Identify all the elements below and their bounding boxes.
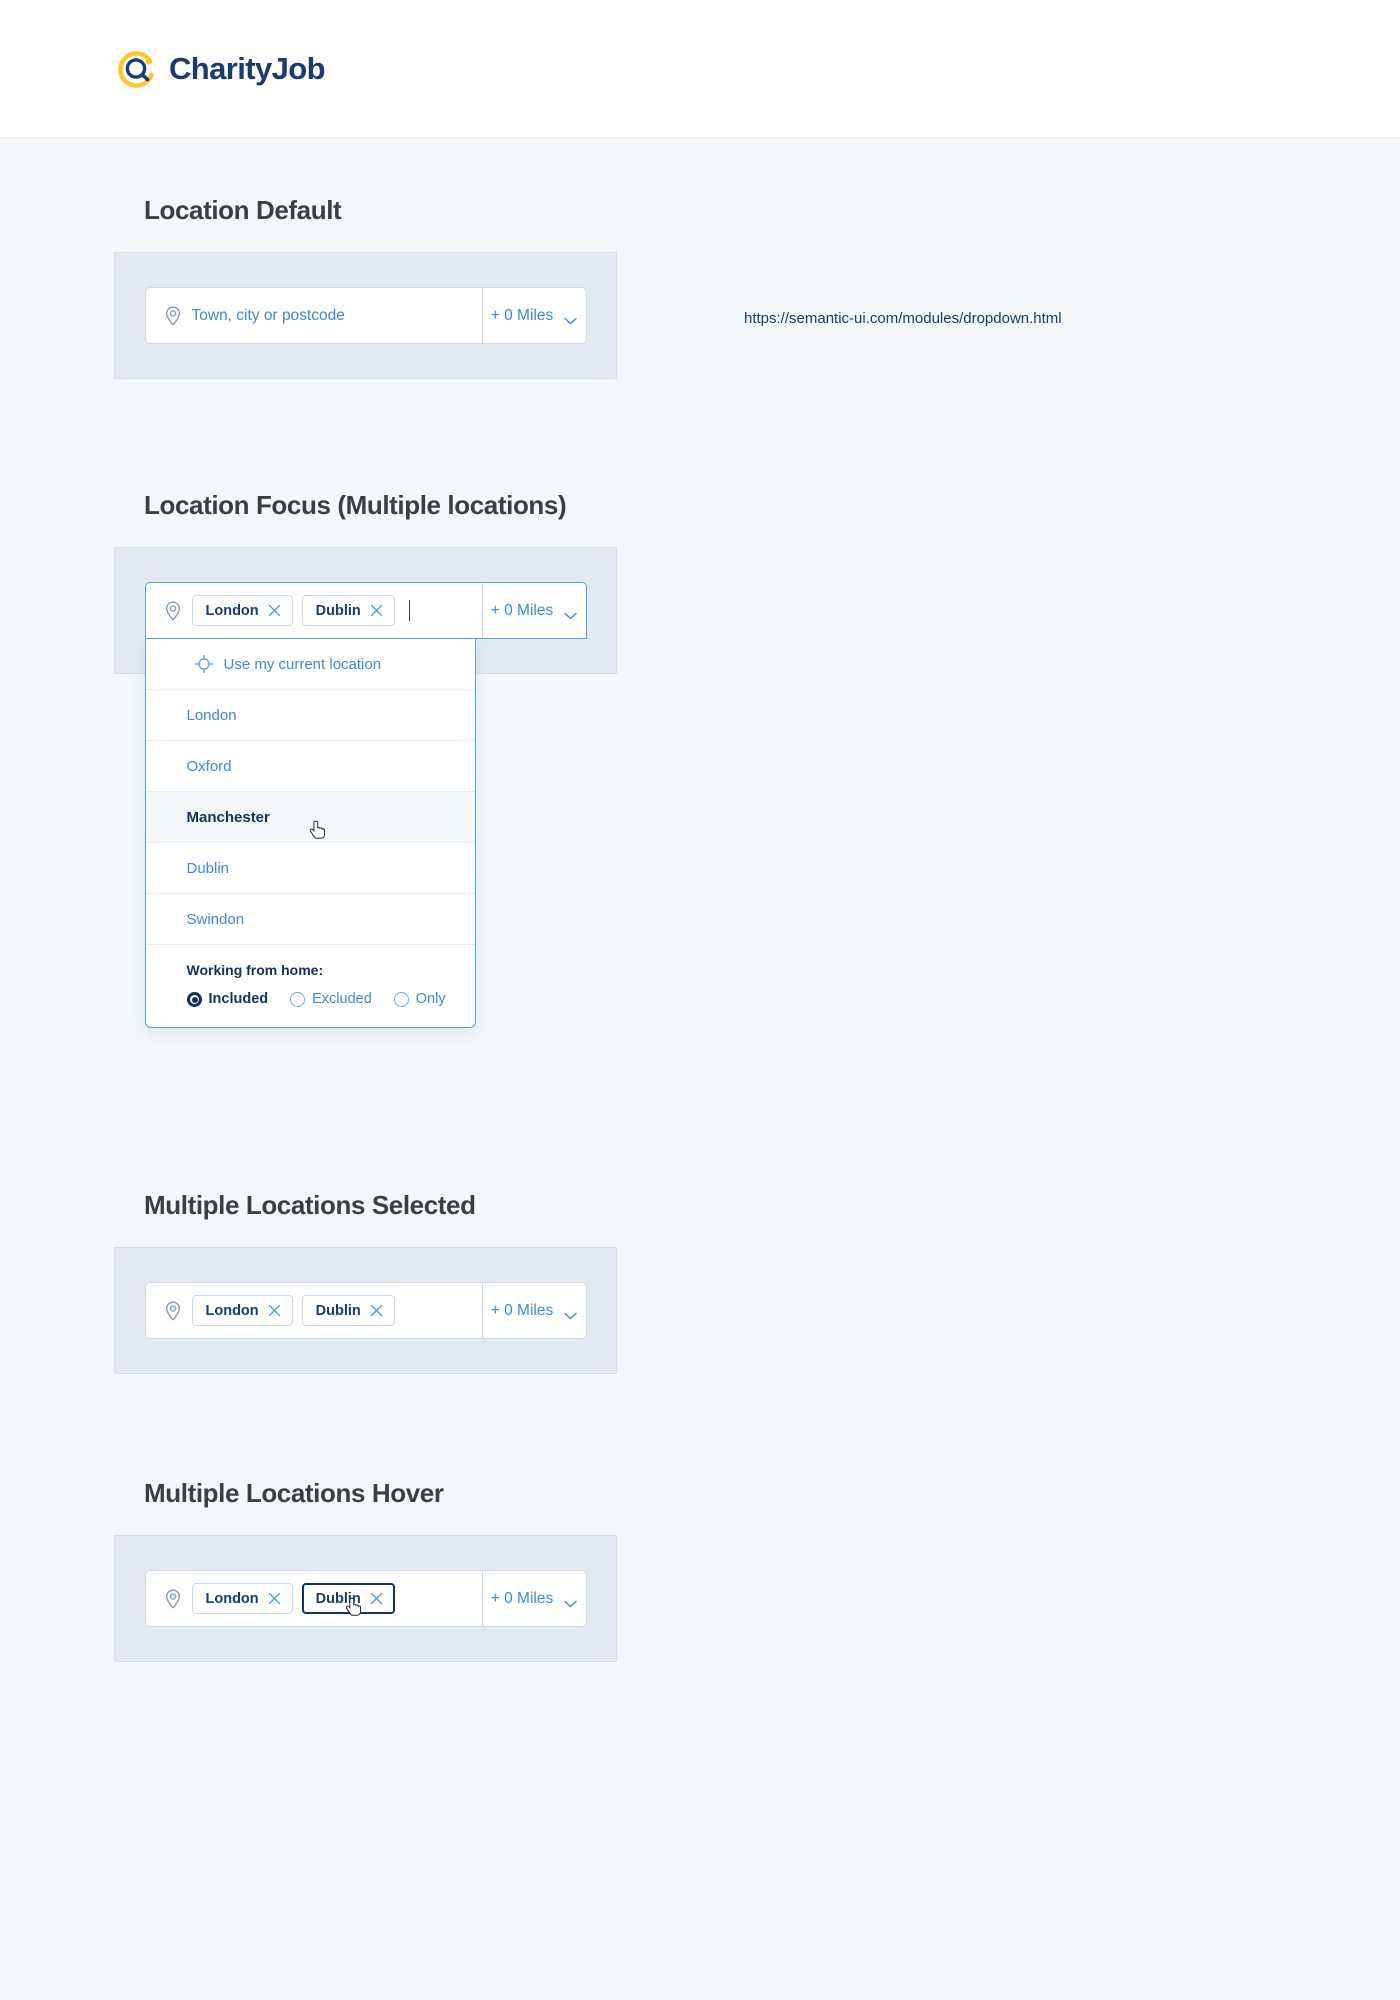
chevron-down-icon	[564, 312, 577, 324]
location-tag-label: Dublin	[315, 602, 361, 619]
close-x-icon[interactable]	[370, 1304, 383, 1317]
miles-label: + 0 Miles	[490, 306, 554, 324]
close-x-icon[interactable]	[370, 604, 383, 617]
radio-indicator	[290, 991, 306, 1007]
section-multiple-hover: Multiple Locations Hover London Dublin +…	[0, 1478, 1400, 1662]
dropdown-item-label: Use my current location	[223, 655, 382, 673]
page-title: Location Focus (Multiple locations)	[144, 490, 567, 520]
location-tag[interactable]: London	[191, 595, 293, 626]
dropdown-item-label: Manchester	[186, 808, 270, 826]
miles-radius-select[interactable]: + 0 Miles	[481, 583, 586, 638]
miles-label: + 0 Miles	[490, 601, 554, 619]
logo[interactable]: CharityJob	[116, 48, 326, 90]
dropdown-item-london[interactable]: London	[145, 690, 475, 741]
location-tag-hovered[interactable]: Dublin	[301, 1583, 395, 1614]
location-input-area[interactable]: Town, city or postcode	[146, 288, 482, 343]
radio-label: Only	[415, 991, 446, 1007]
location-tag[interactable]: London	[191, 1583, 293, 1614]
close-x-icon[interactable]	[268, 1304, 281, 1317]
working-from-home-label: Working from home:	[186, 962, 324, 978]
dropdown-item-label: Oxford	[186, 757, 232, 775]
working-from-home-group: Working from home: Included Excluded Onl…	[146, 945, 475, 1027]
dropdown-item-dublin[interactable]: Dublin	[145, 843, 475, 894]
page-title: Multiple Locations Hover	[144, 1478, 444, 1508]
section-multiple-selected: Multiple Locations Selected London Dubli…	[0, 1190, 1400, 1374]
location-pin-icon	[163, 305, 183, 327]
chevron-down-icon	[564, 1595, 577, 1607]
location-tag-label: Dublin	[315, 1590, 361, 1607]
location-tag-label: Dublin	[315, 1302, 361, 1319]
location-field-focused[interactable]: London Dublin + 0 Miles Use my current l…	[144, 582, 587, 1028]
dropdown-item-use-current-location[interactable]: Use my current location	[145, 639, 475, 690]
location-input-area[interactable]: London Dublin	[146, 583, 482, 638]
logo-text: CharityJob	[169, 50, 326, 86]
location-field-default[interactable]: Town, city or postcode + 0 Miles	[144, 287, 587, 344]
working-from-home-options: Included Excluded Only	[186, 991, 475, 1007]
location-tag-label: London	[205, 602, 259, 619]
miles-label: + 0 Miles	[490, 1301, 554, 1319]
dropdown-item-label: London	[186, 706, 237, 724]
location-input-area[interactable]: London Dublin	[146, 1283, 482, 1338]
location-pin-icon	[163, 1588, 183, 1610]
location-pin-icon	[163, 1300, 183, 1322]
close-x-icon[interactable]	[268, 604, 281, 617]
page-title: Multiple Locations Selected	[144, 1190, 476, 1220]
dropdown-item-swindon[interactable]: Swindon	[145, 894, 475, 945]
location-tag[interactable]: Dublin	[301, 595, 395, 626]
close-x-icon[interactable]	[370, 1592, 383, 1605]
magnifier-in-circle-icon	[116, 48, 158, 90]
reference-url[interactable]: https://semantic-ui.com/modules/dropdown…	[744, 310, 1062, 327]
location-field-selected[interactable]: London Dublin + 0 Miles	[144, 1282, 587, 1339]
text-caret	[408, 600, 411, 621]
radio-only[interactable]: Only	[393, 991, 446, 1007]
location-dropdown-menu[interactable]: Use my current location London Oxford Ma…	[144, 639, 476, 1028]
location-tag[interactable]: London	[191, 1295, 293, 1326]
search-input-placeholder: Town, city or postcode	[191, 306, 345, 324]
location-pin-icon	[163, 600, 183, 622]
location-tag-label: London	[205, 1590, 259, 1607]
miles-radius-select[interactable]: + 0 Miles	[481, 288, 586, 343]
section-location-focus: Location Focus (Multiple locations) Lond…	[0, 490, 1400, 1028]
dropdown-item-label: Dublin	[186, 859, 230, 877]
radio-label: Excluded	[312, 991, 372, 1007]
demo-panel: London Dublin + 0 Miles	[114, 1535, 617, 1662]
location-tag-label: London	[205, 1302, 259, 1319]
location-tag[interactable]: Dublin	[301, 1295, 395, 1326]
radio-indicator	[393, 991, 409, 1007]
dropdown-item-label: Swindon	[186, 910, 245, 928]
radio-excluded[interactable]: Excluded	[290, 991, 372, 1007]
demo-panel: Town, city or postcode + 0 Miles	[114, 252, 617, 379]
close-x-icon[interactable]	[268, 1592, 281, 1605]
demo-panel: London Dublin + 0 Miles	[114, 1247, 617, 1374]
demo-panel: London Dublin + 0 Miles	[114, 547, 617, 1028]
radio-indicator	[186, 991, 202, 1007]
dropdown-item-oxford[interactable]: Oxford	[145, 741, 475, 792]
crosshair-target-icon	[194, 654, 213, 674]
miles-label: + 0 Miles	[490, 1589, 554, 1607]
miles-radius-select[interactable]: + 0 Miles	[481, 1283, 586, 1338]
dropdown-item-manchester[interactable]: Manchester	[145, 792, 475, 843]
chevron-down-icon	[564, 1307, 577, 1319]
radio-included[interactable]: Included	[186, 991, 269, 1007]
location-field-hover[interactable]: London Dublin + 0 Miles	[144, 1570, 587, 1627]
site-header: CharityJob	[0, 0, 1400, 138]
location-input-area[interactable]: London Dublin	[146, 1571, 482, 1626]
radio-label: Included	[208, 991, 269, 1007]
miles-radius-select[interactable]: + 0 Miles	[481, 1571, 586, 1626]
section-location-default: Location Default Town, city or postcode …	[0, 195, 1400, 379]
chevron-down-icon	[564, 607, 577, 619]
page-title: Location Default	[144, 195, 342, 225]
